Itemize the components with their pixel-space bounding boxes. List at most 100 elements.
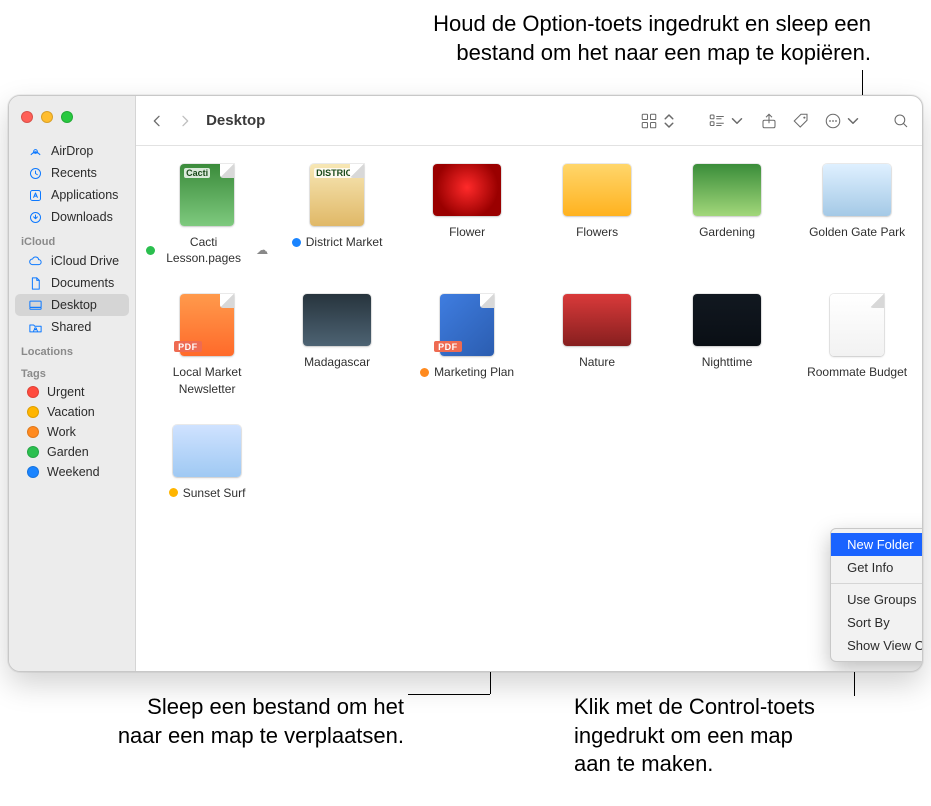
file-name-label: Golden Gate Park — [809, 224, 905, 240]
file-item[interactable]: DISTRICT District Market — [276, 164, 398, 250]
sidebar-item-label: Shared — [51, 320, 91, 334]
file-name: Marketing Plan — [420, 364, 514, 380]
file-item[interactable]: Nighttime — [666, 294, 788, 370]
file-name-label: Marketing Plan — [434, 364, 514, 380]
group-by-button[interactable] — [704, 108, 750, 134]
context-menu-item-get-info[interactable]: Get Info — [831, 556, 923, 579]
pdf-badge: PDF — [434, 341, 462, 352]
context-menu-item-label: Get Info — [847, 560, 893, 575]
sidebar-item-label: Downloads — [51, 210, 113, 224]
tag-dot-icon — [169, 488, 178, 497]
nav-back-button[interactable] — [146, 108, 168, 134]
sidebar-item-label: Desktop — [51, 298, 97, 312]
sidebar-tag-work[interactable]: Work — [15, 422, 129, 442]
file-content-area[interactable]: Cacti Cacti Lesson.pages☁ DISTRICT District… — [136, 146, 923, 671]
sidebar-tag-weekend[interactable]: Weekend — [15, 462, 129, 482]
sidebar-item-label: Weekend — [47, 465, 100, 479]
file-item[interactable]: Flower — [406, 164, 528, 240]
share-button[interactable] — [756, 108, 782, 134]
file-item[interactable]: PDF Marketing Plan — [406, 294, 528, 380]
sidebar-item-label: Recents — [51, 166, 97, 180]
file-thumbnail — [823, 164, 891, 216]
sidebar-item-desktop[interactable]: Desktop — [15, 294, 129, 316]
sidebar-heading-icloud: iCloud — [9, 228, 135, 250]
tags-button[interactable] — [788, 108, 814, 134]
sidebar-item-label: Vacation — [47, 405, 95, 419]
shared-icon — [27, 319, 43, 335]
sidebar-item-icloud-drive[interactable]: iCloud Drive — [15, 250, 129, 272]
tag-dot-icon — [420, 368, 429, 377]
desktop-icon — [27, 297, 43, 313]
file-item[interactable]: Gardening — [666, 164, 788, 240]
sidebar-item-airdrop[interactable]: AirDrop — [15, 140, 129, 162]
file-name: Local Market Newsletter — [146, 364, 268, 396]
applications-icon — [27, 187, 43, 203]
sidebar-item-downloads[interactable]: Downloads — [15, 206, 129, 228]
sidebar-tag-urgent[interactable]: Urgent — [15, 382, 129, 402]
view-icons-button[interactable] — [636, 108, 682, 134]
tag-dot-icon — [27, 446, 39, 458]
context-menu-item-use-groups[interactable]: Use Groups — [831, 588, 923, 611]
file-name-label: Nature — [579, 354, 615, 370]
context-menu-item-new-folder[interactable]: New Folder — [831, 533, 923, 556]
search-button[interactable] — [888, 108, 914, 134]
sidebar: AirDrop Recents Applications Downloads iClo… — [9, 96, 136, 671]
file-thumbnail — [433, 164, 501, 216]
context-menu: New Folder Get Info Use Groups Sort By›Show… — [830, 528, 923, 662]
tag-dot-icon — [146, 246, 155, 255]
context-menu-item-show-view-options[interactable]: Show View Options — [831, 634, 923, 657]
nav-forward-button[interactable] — [174, 108, 196, 134]
file-item[interactable]: Golden Gate Park — [796, 164, 918, 240]
sidebar-item-label: Applications — [51, 188, 118, 202]
context-menu-item-label: New Folder — [847, 537, 913, 552]
icloud-icon — [27, 253, 43, 269]
file-name: Gardening — [699, 224, 755, 240]
downloads-icon — [27, 209, 43, 225]
minimize-window-button[interactable] — [41, 111, 53, 123]
file-name: Cacti Lesson.pages☁ — [146, 234, 268, 266]
file-thumbnail — [173, 425, 241, 477]
annotation-bottom-left: Sleep een bestand om het naar een map te… — [104, 693, 404, 750]
sidebar-tag-vacation[interactable]: Vacation — [15, 402, 129, 422]
zoom-window-button[interactable] — [61, 111, 73, 123]
sidebar-item-documents[interactable]: Documents — [15, 272, 129, 294]
context-menu-item-sort-by[interactable]: Sort By› — [831, 611, 923, 634]
sidebar-item-shared[interactable]: Shared — [15, 316, 129, 338]
sidebar-tag-garden[interactable]: Garden — [15, 442, 129, 462]
recents-icon — [27, 165, 43, 181]
file-thumbnail — [563, 164, 631, 216]
sidebar-item-label: iCloud Drive — [51, 254, 119, 268]
file-name: Sunset Surf — [169, 485, 246, 501]
file-item[interactable]: Sunset Surf — [146, 425, 268, 501]
file-name: Roommate Budget — [807, 364, 907, 380]
file-name-label: Cacti Lesson.pages — [160, 234, 247, 266]
file-item[interactable]: Flowers — [536, 164, 658, 240]
thumbnail-text: DISTRICT — [314, 168, 360, 178]
annotation-bottom-right: Klik met de Control-toets ingedrukt om e… — [574, 693, 884, 779]
file-name: District Market — [292, 234, 383, 250]
sidebar-heading-locations: Locations — [9, 338, 135, 360]
file-name-label: Roommate Budget — [807, 364, 907, 380]
file-thumbnail — [830, 294, 884, 356]
file-item[interactable]: Madagascar — [276, 294, 398, 370]
file-grid: Cacti Cacti Lesson.pages☁ DISTRICT District… — [146, 164, 918, 501]
context-menu-item-label: Use Groups — [847, 592, 916, 607]
file-name: Nature — [579, 354, 615, 370]
context-menu-separator — [831, 583, 923, 584]
sidebar-item-label: AirDrop — [51, 144, 93, 158]
file-item[interactable]: Roommate Budget — [796, 294, 918, 380]
annotation-top: Houd de Option-toets ingedrukt en sleep … — [433, 10, 871, 67]
file-name-label: Local Market Newsletter — [146, 364, 268, 396]
close-window-button[interactable] — [21, 111, 33, 123]
file-item[interactable]: PDFLocal Market Newsletter — [146, 294, 268, 396]
file-thumbnail: Cacti — [180, 164, 234, 226]
file-name-label: Gardening — [699, 224, 755, 240]
tag-dot-icon — [27, 466, 39, 478]
file-thumbnail — [563, 294, 631, 346]
more-actions-button[interactable] — [820, 108, 866, 134]
file-item[interactable]: Nature — [536, 294, 658, 370]
sidebar-item-recents[interactable]: Recents — [15, 162, 129, 184]
file-name-label: Flowers — [576, 224, 618, 240]
sidebar-item-applications[interactable]: Applications — [15, 184, 129, 206]
file-item[interactable]: Cacti Cacti Lesson.pages☁ — [146, 164, 268, 266]
